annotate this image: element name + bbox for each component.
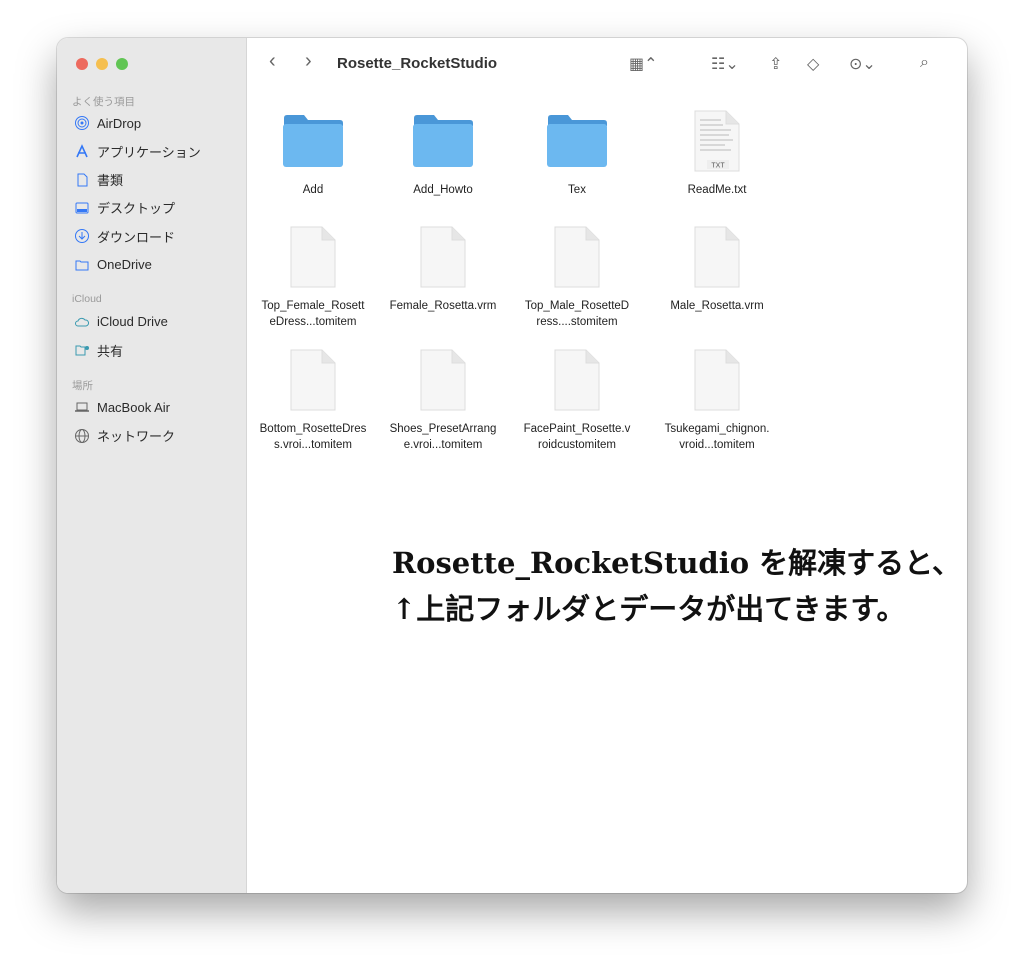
sidebar-item[interactable]: アプリケーション [74, 141, 201, 161]
sidebar-item-label: AirDrop [97, 115, 142, 131]
file-item[interactable]: Tex [517, 106, 637, 198]
file-item[interactable]: Top_Male_RosetteDress....stomitem [517, 222, 637, 330]
close-button[interactable] [76, 58, 88, 70]
file-name: Top_Male_RosetteDress....stomitem [524, 300, 630, 328]
more-actions-icon[interactable]: ⊙⌄ [849, 54, 876, 74]
file-name: Shoes_PresetArrange.vroi...tomitem [389, 423, 497, 451]
file-item[interactable]: Bottom_RosetteDress.vroi...tomitem [253, 345, 373, 453]
shared-folder-icon [75, 345, 89, 356]
annotation-line-1: Rosette_RocketStudio を解凍すると、 [392, 546, 961, 580]
sidebar-item[interactable]: 共有 [74, 340, 123, 360]
text-file-icon: TXT [694, 110, 740, 172]
sidebar-item-label: デスクトップ [97, 201, 176, 217]
file-name: Tsukegami_chignon.vroid...tomitem [664, 423, 770, 451]
zoom-button[interactable] [116, 58, 128, 70]
file-item[interactable]: FacePaint_Rosette.vroidcustomitem [517, 345, 637, 453]
file-item[interactable]: Add [253, 106, 373, 198]
sidebar-item[interactable]: 書類 [74, 170, 123, 190]
laptop-icon [75, 402, 89, 413]
file-item[interactable]: TXT ReadMe.txt [657, 106, 777, 198]
finder-window: よく使う項目 AirDrop アプリケーション 書類デスクトップ ダウンロード OneDr… [57, 38, 967, 893]
sidebar-item[interactable]: MacBook Air [74, 397, 170, 417]
document-file-icon [420, 349, 466, 411]
folder-icon [547, 115, 607, 167]
sidebar-item-label: 共有 [97, 343, 124, 359]
file-item[interactable]: Add_Howto [383, 106, 503, 198]
sidebar-section-label: iCloud [72, 292, 102, 305]
file-item[interactable]: Top_Female_RosetteDress...tomitem [253, 222, 373, 330]
document-file-icon [290, 349, 336, 411]
file-item[interactable]: Shoes_PresetArrange.vroi...tomitem [383, 345, 503, 453]
file-name: Male_Rosetta.vrm [670, 300, 764, 312]
download-icon [75, 229, 89, 244]
sidebar-item-label: OneDrive [97, 257, 152, 272]
toolbar: ‹ › Rosette_RocketStudio ▦⌃ ☷⌄ ⇪ ◇ ⊙⌄ ⌕ [247, 38, 967, 90]
document-file-icon [554, 226, 600, 288]
document-icon [77, 173, 88, 187]
globe-icon [75, 428, 89, 443]
file-item[interactable]: Female_Rosetta.vrm [383, 222, 503, 314]
document-file-icon [694, 226, 740, 288]
folder-icon [283, 115, 343, 167]
file-name: FacePaint_Rosette.vroidcustomitem [523, 423, 631, 451]
sidebar-item-label: ネットワーク [97, 429, 176, 445]
cloud-icon [75, 317, 90, 327]
search-icon[interactable]: ⌕ [920, 54, 929, 72]
sidebar-item-label: 書類 [97, 173, 124, 189]
applications-icon [76, 144, 88, 158]
file-name: Top_Female_RosetteDress...tomitem [261, 300, 365, 328]
sidebar-item[interactable]: ダウンロード [74, 226, 175, 246]
file-name: ReadMe.txt [687, 184, 747, 196]
document-file-icon [554, 349, 600, 411]
sidebar-item-label: ダウンロード [97, 229, 176, 245]
sidebar-item[interactable]: AirDrop [74, 113, 141, 133]
window-title: Rosette_RocketStudio [337, 55, 498, 72]
folder-icon [413, 115, 473, 167]
sidebar: よく使う項目 AirDrop アプリケーション 書類デスクトップ ダウンロード OneDr… [57, 38, 247, 893]
sidebar-item[interactable]: iCloud Drive [74, 312, 168, 332]
document-file-icon [290, 226, 336, 288]
desktop-icon [75, 202, 89, 214]
sidebar-item-label: MacBook Air [97, 399, 170, 415]
sidebar-item-label: アプリケーション [97, 144, 201, 160]
sidebar-item[interactable]: ネットワーク [74, 426, 175, 446]
group-icon[interactable]: ☷⌄ [711, 54, 739, 74]
document-file-icon [420, 226, 466, 288]
forward-button[interactable]: › [305, 50, 312, 73]
minimize-button[interactable] [96, 58, 108, 70]
sidebar-section-label: 場所 [72, 380, 93, 393]
sidebar-item-label: iCloud Drive [97, 314, 168, 330]
back-button[interactable]: ‹ [269, 50, 276, 73]
file-name: Add [302, 184, 324, 196]
file-name: Tex [568, 184, 586, 196]
file-item[interactable]: Tsukegami_chignon.vroid...tomitem [657, 345, 777, 453]
share-icon[interactable]: ⇪ [769, 54, 782, 74]
annotation-text: Rosette_RocketStudio を解凍すると、 ↑上記フォルダとデータ… [392, 540, 961, 632]
window-controls [76, 58, 128, 70]
sidebar-item[interactable]: デスクトップ [74, 198, 175, 218]
airdrop-icon [75, 116, 89, 130]
tag-icon[interactable]: ◇ [807, 54, 819, 74]
folder-icon [75, 260, 89, 270]
file-name: Bottom_RosetteDress.vroi...tomitem [259, 423, 367, 451]
sidebar-item[interactable]: OneDrive [74, 255, 152, 275]
annotation-line-2: ↑上記フォルダとデータが出てきます。 [392, 592, 906, 626]
file-name: Female_Rosetta.vrm [389, 300, 497, 312]
sidebar-section-label: よく使う項目 [72, 96, 135, 108]
file-name: Add_Howto [413, 184, 473, 196]
svg-text:TXT: TXT [711, 163, 725, 170]
file-item[interactable]: Male_Rosetta.vrm [657, 222, 777, 314]
document-file-icon [694, 349, 740, 411]
view-mode-icon[interactable]: ▦⌃ [629, 54, 658, 74]
